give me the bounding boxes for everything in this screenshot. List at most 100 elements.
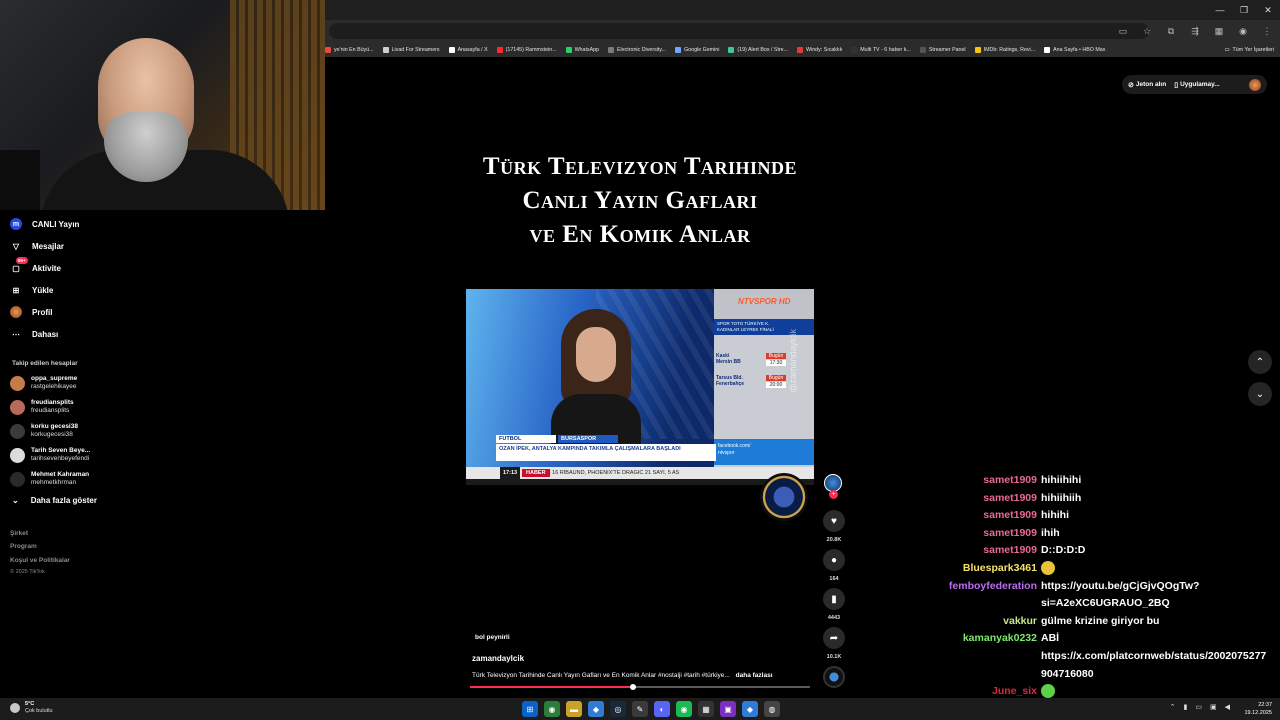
followed-account[interactable]: korku gecesi38 korkugecesi38 bbox=[10, 421, 210, 441]
footer-link-terms[interactable]: Koşul ve Politikalar bbox=[10, 557, 70, 564]
chat-username[interactable]: vakkur bbox=[1003, 613, 1037, 630]
share-button[interactable]: ➦ bbox=[823, 627, 845, 649]
chat-text: hihiihihi bbox=[1041, 474, 1082, 486]
spotify-icon[interactable]: ◉ bbox=[676, 701, 692, 717]
discord-icon[interactable]: ◐ bbox=[654, 701, 670, 717]
next-video-button[interactable]: ⌄ bbox=[1248, 382, 1272, 406]
user-avatar[interactable] bbox=[1249, 78, 1261, 91]
bookmark-item[interactable]: Multi TV - 6 haber k... bbox=[851, 46, 911, 53]
tiktok-sidebar: m CANLI Yayın ▽ Mesajlar ▢ 99+ Aktivite ⊞ Yükle P… bbox=[0, 210, 325, 695]
sidebar-nav-item[interactable]: ⊞ Yükle bbox=[10, 282, 54, 298]
weather-widget[interactable]: 5°C Çok bulutlu bbox=[10, 701, 53, 715]
extensions-icon[interactable]: ⧉ bbox=[1164, 23, 1178, 39]
sidebar-nav-item[interactable]: ▢ 99+ Aktivite bbox=[10, 257, 61, 276]
bookmark-label: WhatsApp bbox=[574, 46, 599, 53]
sidebar-nav-item[interactable]: ⋯ Dahası bbox=[10, 326, 58, 342]
facebook-line: facebook.com/ bbox=[718, 443, 751, 449]
bookmark-item[interactable]: Anasayfa / X bbox=[448, 46, 488, 53]
followed-account[interactable]: freudiansplits freudiansplits bbox=[10, 397, 210, 417]
steam-icon[interactable]: ◎ bbox=[610, 701, 626, 717]
volume-icon[interactable]: ◀ bbox=[1225, 703, 1230, 711]
app-icon[interactable]: ◆ bbox=[742, 701, 758, 717]
bookmark-item[interactable]: WhatsApp bbox=[565, 46, 599, 53]
chat-username[interactable]: samet1909 bbox=[983, 525, 1037, 542]
bookmark-item[interactable]: Ana Sayfa • HBO Max bbox=[1044, 46, 1105, 53]
follow-plus-icon[interactable]: + bbox=[829, 490, 838, 499]
lower-third-team: BURSASPOR bbox=[558, 435, 618, 443]
footer-link-company[interactable]: Şirket bbox=[10, 530, 28, 537]
start-icon[interactable]: ⊞ bbox=[522, 701, 538, 717]
bookmark-favicon-icon bbox=[919, 46, 926, 53]
previous-video-button[interactable]: ⌃ bbox=[1248, 350, 1272, 374]
bookmark-item[interactable]: Livad For Streamers bbox=[382, 46, 440, 53]
chat-username[interactable]: femboyfederation bbox=[949, 578, 1037, 595]
chat-username[interactable]: Bluespark3461 bbox=[963, 560, 1037, 577]
tab-search-icon[interactable]: ⇶ bbox=[1188, 23, 1202, 39]
all-bookmarks-button[interactable]: ▭ Tüm Yer İşaretleri bbox=[1218, 42, 1274, 57]
profile-icon[interactable]: ◉ bbox=[1236, 23, 1250, 39]
chat-username[interactable]: samet1909 bbox=[983, 472, 1037, 489]
sidebar-nav-item[interactable]: ▽ Mesajlar bbox=[10, 238, 64, 254]
chrome-icon[interactable]: ◉ bbox=[544, 701, 560, 717]
obs-icon[interactable]: ◍ bbox=[764, 701, 780, 717]
menu-icon[interactable]: ⋮ bbox=[1260, 23, 1274, 39]
url-input[interactable] bbox=[329, 23, 1149, 39]
followed-account[interactable]: oppa_supreme rastgelehikayee bbox=[10, 373, 210, 393]
like-button[interactable]: ♥ bbox=[823, 510, 845, 532]
tray-chevron-icon[interactable]: ⌃ bbox=[1170, 703, 1176, 711]
chat-username[interactable]: samet1909 bbox=[983, 542, 1037, 559]
calculator-icon[interactable]: ▦ bbox=[698, 701, 714, 717]
video-clip-frame[interactable]: NTVSPOR HD SPOR TOTO TÜRKİYE K. KADINLAR… bbox=[466, 289, 814, 485]
match-time: 17:30 bbox=[766, 360, 786, 366]
footer-link-program[interactable]: Program bbox=[10, 543, 37, 550]
messages-icon: ▽ bbox=[12, 241, 20, 251]
sidebar-nav-item[interactable]: m CANLI Yayın bbox=[10, 216, 79, 232]
show-more-description-link[interactable]: daha fazlası bbox=[736, 672, 773, 679]
minimize-icon[interactable]: — bbox=[1208, 0, 1232, 20]
keyboard-icon[interactable]: ▭ bbox=[1195, 703, 1202, 711]
music-disc-icon[interactable] bbox=[823, 666, 845, 688]
video-progress-knob[interactable] bbox=[630, 684, 637, 690]
app-icon[interactable]: ▣ bbox=[720, 701, 736, 717]
show-more-following-button[interactable]: ⌄ Daha fazla göster bbox=[12, 496, 97, 505]
video-title-line: Türk Televizyon Tarihinde bbox=[482, 153, 798, 180]
bookmark-item[interactable]: Electronic Diversity... bbox=[608, 46, 666, 53]
chat-username[interactable]: kamanyak0232 bbox=[963, 630, 1037, 647]
file-explorer-icon[interactable]: ▬ bbox=[566, 701, 582, 717]
video-author[interactable]: zamandaylcik bbox=[472, 654, 524, 663]
network-icon[interactable]: ▣ bbox=[1210, 703, 1217, 711]
bookmark-item[interactable]: IMDb: Ratings, Revi... bbox=[974, 46, 1035, 53]
bookmark-item[interactable]: ye'nin En Büyü... bbox=[325, 46, 374, 53]
app-icon[interactable]: ◆ bbox=[588, 701, 604, 717]
sidebar-nav-item[interactable]: Profil bbox=[10, 304, 52, 320]
bookmark-star-icon[interactable]: ☆ bbox=[1140, 23, 1154, 39]
get-coins-button[interactable]: ⊘ Jeton alın bbox=[1128, 81, 1166, 89]
maximize-icon[interactable]: ❐ bbox=[1232, 0, 1256, 20]
chevron-down-icon: ⌄ bbox=[1255, 388, 1265, 400]
cast-icon[interactable]: ▭ bbox=[1116, 23, 1130, 39]
tv-side-panel: NTVSPOR HD SPOR TOTO TÜRKİYE K. KADINLAR… bbox=[714, 289, 814, 485]
bookmark-item[interactable]: Google Gemini bbox=[675, 46, 719, 53]
comment-icon: ● bbox=[830, 554, 838, 566]
save-button[interactable]: ▮ bbox=[823, 588, 845, 610]
chat-username[interactable]: samet1909 bbox=[983, 507, 1037, 524]
get-app-button[interactable]: ▯ Uygulamay... bbox=[1174, 81, 1219, 89]
app-icon[interactable]: ✎ bbox=[632, 701, 648, 717]
taskbar-apps: ⊞ ◉ ▬ ◆ ◎ ✎ ◐ ◉ ▦ ▣ ◆ ◍ bbox=[522, 701, 780, 717]
coin-icon: ⊘ bbox=[1128, 81, 1134, 89]
video-progress-bar[interactable] bbox=[470, 684, 810, 690]
bookmark-item[interactable]: Windy: Sıcaklık bbox=[797, 46, 842, 53]
bookmark-item[interactable]: (17145) Rammstein... bbox=[496, 46, 557, 53]
bookmark-item[interactable]: Streamer Panel bbox=[919, 46, 966, 53]
followed-account[interactable]: Tarih Seven Beye... tarihsevenbeyefendi bbox=[10, 445, 210, 465]
microphone-icon[interactable]: ▮ bbox=[1184, 703, 1188, 711]
bookmark-item[interactable]: (19) Alert Box / Stre... bbox=[728, 46, 788, 53]
close-icon[interactable]: ✕ bbox=[1256, 0, 1280, 20]
music-label[interactable]: bol peynirli bbox=[475, 634, 510, 641]
chat-username[interactable]: samet1909 bbox=[983, 490, 1037, 507]
account-avatar bbox=[10, 399, 25, 415]
comment-button[interactable]: ● bbox=[823, 549, 845, 571]
downloads-icon[interactable]: ▦ bbox=[1212, 23, 1226, 39]
followed-account[interactable]: Mehmet Kahraman mehmetkhrman bbox=[10, 469, 210, 489]
taskbar-clock[interactable]: 22:37 19.12.2025 bbox=[1244, 701, 1272, 717]
